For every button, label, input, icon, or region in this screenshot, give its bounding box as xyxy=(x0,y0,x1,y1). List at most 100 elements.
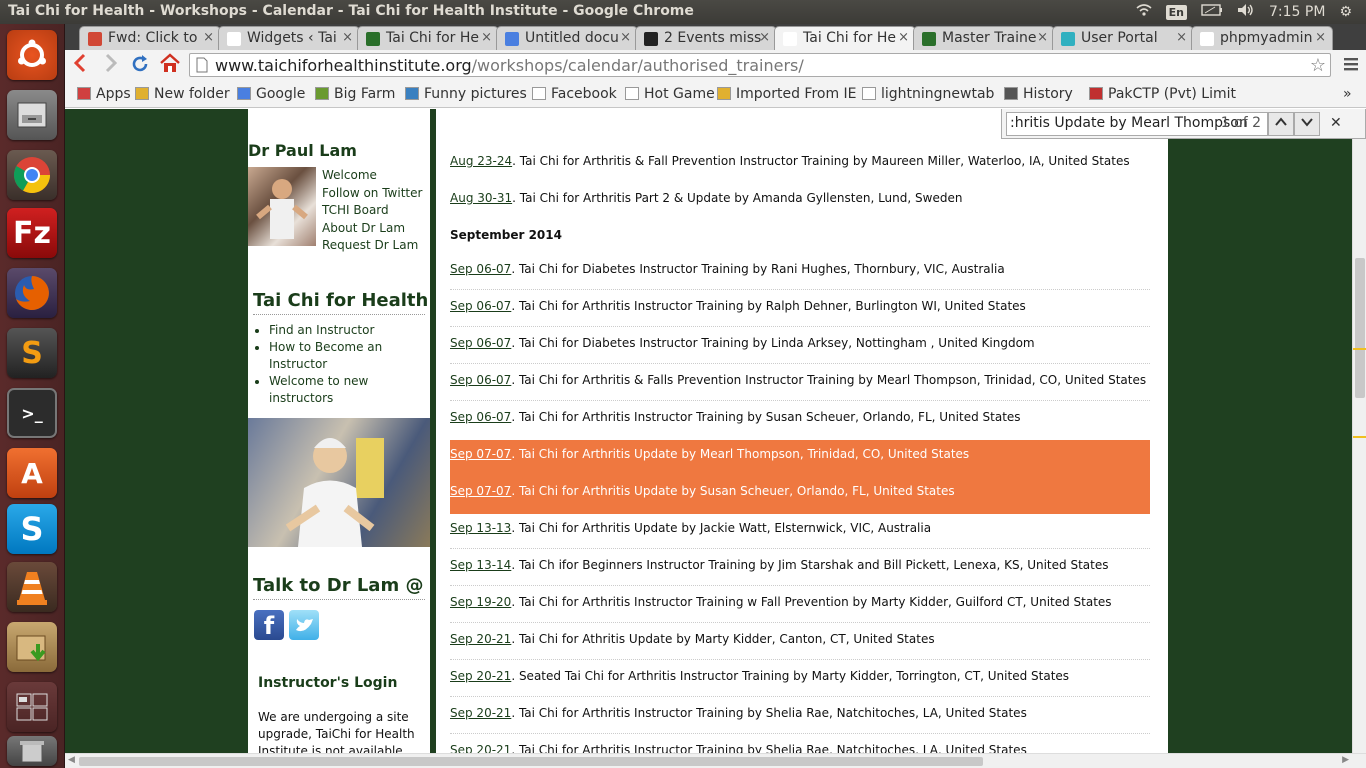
battery-icon[interactable] xyxy=(1201,4,1223,20)
event-item: Sep 06-07. Tai Chi for Arthritis Instruc… xyxy=(450,299,1026,313)
event-date-link[interactable]: Sep 20-21 xyxy=(450,743,511,753)
browser-tab[interactable]: User Portal × xyxy=(1052,26,1194,50)
bookmark-item[interactable]: Apps xyxy=(77,86,131,102)
horizontal-scrollbar[interactable]: ◀ ▶ xyxy=(65,753,1366,768)
browser-tab[interactable]: Tai Chi for He × xyxy=(357,26,499,50)
scroll-thumb[interactable] xyxy=(1355,258,1365,398)
files-icon[interactable] xyxy=(7,90,57,140)
tai-chi-link[interactable]: Welcome to new instructors xyxy=(269,373,430,407)
event-item: Sep 20-21. Tai Chi for Arthritis Instruc… xyxy=(450,706,1027,720)
find-close-button[interactable]: ✕ xyxy=(1330,115,1342,131)
dr-lam-link[interactable]: TCHI Board xyxy=(322,202,422,220)
sublime-text-icon[interactable]: S xyxy=(7,328,57,378)
bookmark-label: Big Farm xyxy=(334,86,396,102)
tab-close-icon[interactable]: × xyxy=(898,30,909,45)
tab-close-icon[interactable]: × xyxy=(1037,30,1048,45)
event-date-link[interactable]: Aug 30-31 xyxy=(450,191,512,205)
find-input[interactable]: :hritis Update by Mearl Thompson 1 of 2 xyxy=(1006,112,1268,136)
tab-close-icon[interactable]: × xyxy=(1315,30,1326,45)
gear-icon[interactable]: ⚙ xyxy=(1339,4,1352,20)
tab-close-icon[interactable]: × xyxy=(342,30,353,45)
bookmark-item[interactable]: Google xyxy=(237,86,305,102)
filezilla-icon[interactable]: Fz xyxy=(7,208,57,258)
archive-manager-icon[interactable] xyxy=(7,622,57,672)
event-date-link[interactable]: Sep 20-21 xyxy=(450,669,511,683)
chrome-icon[interactable] xyxy=(7,150,57,200)
vertical-scrollbar[interactable] xyxy=(1352,109,1366,753)
browser-tab[interactable]: Fwd: Click to × xyxy=(79,26,221,50)
browser-tab[interactable]: Master Traine × xyxy=(913,26,1055,50)
event-date-link[interactable]: Sep 20-21 xyxy=(450,706,511,720)
volume-icon[interactable] xyxy=(1237,3,1255,21)
software-center-icon[interactable]: A xyxy=(7,448,57,498)
bookmark-item[interactable]: PakCTP (Pvt) Limit xyxy=(1089,86,1236,102)
bookmark-item[interactable]: lightningnewtab xyxy=(862,86,994,102)
browser-tab[interactable]: phpmyadmin × xyxy=(1191,26,1333,50)
event-description: . Tai Chi for Arthritis Update by Jackie… xyxy=(511,521,932,535)
event-date-link[interactable]: Aug 23-24 xyxy=(450,154,512,168)
bookmark-item[interactable]: Facebook xyxy=(532,86,617,102)
bookmark-item[interactable]: Imported From IE xyxy=(717,86,857,102)
bookmark-item[interactable]: Funny pictures xyxy=(405,86,527,102)
dr-lam-link[interactable]: About Dr Lam xyxy=(322,220,422,238)
event-date-link[interactable]: Sep 06-07 xyxy=(450,262,511,276)
tab-close-icon[interactable]: × xyxy=(759,30,770,45)
tai-chi-link[interactable]: How to Become an Instructor xyxy=(269,339,430,373)
dr-lam-link[interactable]: Follow on Twitter xyxy=(322,185,422,203)
tai-chi-link[interactable]: Find an Instructor xyxy=(269,322,430,339)
back-button[interactable] xyxy=(73,53,87,78)
address-bar[interactable]: www.taichiforhealthinstitute.org/worksho… xyxy=(189,53,1331,77)
bookmark-item[interactable]: Hot Game xyxy=(625,86,715,102)
event-date-link[interactable]: Sep 20-21 xyxy=(450,632,511,646)
event-date-link[interactable]: Sep 07-07 xyxy=(450,447,511,461)
home-button[interactable] xyxy=(159,53,181,77)
clock[interactable]: 7:15 PM xyxy=(1269,4,1325,20)
facebook-icon[interactable]: f xyxy=(254,610,284,640)
keyboard-layout-indicator[interactable]: En xyxy=(1165,4,1188,20)
event-date-link[interactable]: Sep 19-20 xyxy=(450,595,511,609)
event-date-link[interactable]: Sep 06-07 xyxy=(450,336,511,350)
event-date-link[interactable]: Sep 13-13 xyxy=(450,521,511,535)
tab-close-icon[interactable]: × xyxy=(620,30,631,45)
event-description: . Tai Chi for Arthritis Part 2 & Update … xyxy=(512,191,963,205)
bookmark-item[interactable]: New folder xyxy=(135,86,230,102)
event-date-link[interactable]: Sep 06-07 xyxy=(450,373,511,387)
terminal-icon[interactable]: >_ xyxy=(7,388,57,438)
bookmark-item[interactable]: History xyxy=(1004,86,1073,102)
browser-tab[interactable]: Widgets ‹ Tai × xyxy=(218,26,360,50)
wifi-icon[interactable] xyxy=(1136,3,1152,21)
dr-lam-link[interactable]: Welcome xyxy=(322,167,422,185)
bookmarks-overflow-button[interactable]: » xyxy=(1343,86,1352,102)
menu-icon[interactable] xyxy=(1343,56,1359,76)
url-path: /workshops/calendar/authorised_trainers/ xyxy=(471,56,804,75)
ubuntu-dash-icon[interactable] xyxy=(7,30,57,80)
tab-favicon-icon xyxy=(505,32,519,46)
vlc-icon[interactable] xyxy=(7,562,57,612)
tab-close-icon[interactable]: × xyxy=(1176,30,1187,45)
twitter-icon[interactable] xyxy=(289,610,319,640)
workspace-switcher-icon[interactable] xyxy=(7,682,57,732)
browser-tab[interactable]: Untitled docu × xyxy=(496,26,638,50)
trash-icon[interactable] xyxy=(7,736,57,766)
event-date-link[interactable]: Sep 06-07 xyxy=(450,299,511,313)
event-date-link[interactable]: Sep 07-07 xyxy=(450,484,511,498)
bookmark-star-icon[interactable]: ☆ xyxy=(1310,55,1326,76)
browser-tab[interactable]: Tai Chi for He × xyxy=(774,26,916,51)
bookmark-icon xyxy=(135,87,149,100)
find-query: :hritis Update by Mearl Thompson xyxy=(1010,115,1248,131)
event-date-link[interactable]: Sep 13-14 xyxy=(450,558,511,572)
event-date-link[interactable]: Sep 06-07 xyxy=(450,410,511,424)
find-previous-button[interactable] xyxy=(1268,112,1294,136)
find-next-button[interactable] xyxy=(1294,112,1320,136)
bookmark-item[interactable]: Big Farm xyxy=(315,86,395,102)
bookmark-icon xyxy=(625,87,639,100)
browser-tab[interactable]: 2 Events miss × xyxy=(635,26,777,50)
h-scroll-thumb[interactable] xyxy=(79,757,983,766)
skype-icon[interactable]: S xyxy=(7,504,57,554)
forward-button[interactable] xyxy=(104,53,118,77)
tab-close-icon[interactable]: × xyxy=(203,30,214,45)
reload-button[interactable] xyxy=(130,54,150,78)
tab-close-icon[interactable]: × xyxy=(481,30,492,45)
firefox-icon[interactable] xyxy=(7,268,57,318)
dr-lam-link[interactable]: Request Dr Lam xyxy=(322,237,422,255)
